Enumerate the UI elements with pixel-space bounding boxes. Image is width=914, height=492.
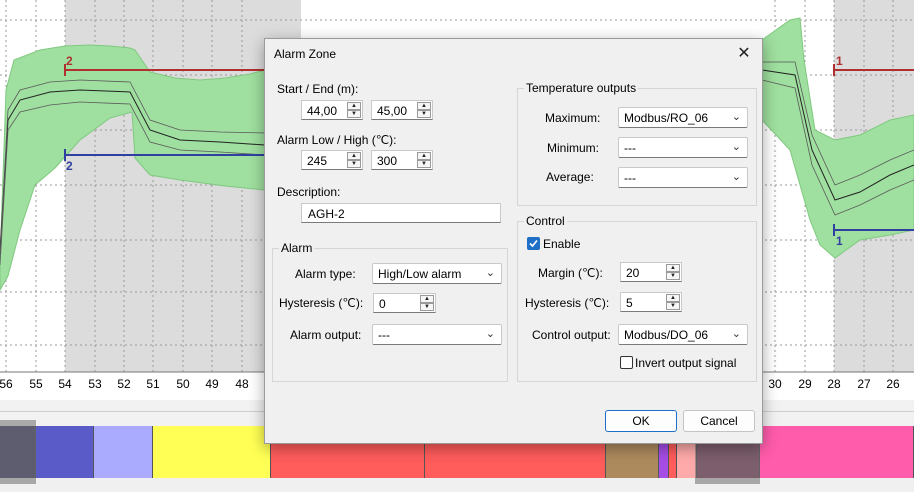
chevron-down-icon: ⌄: [731, 171, 741, 183]
x-axis-tick-label: 29: [798, 377, 812, 391]
alarm-output-select[interactable]: --- ⌄: [372, 324, 502, 345]
end-spinbox[interactable]: 45,00 ▲ ▼: [371, 100, 433, 120]
alarm-group-title: Alarm: [279, 241, 315, 255]
zone-color-segment[interactable]: [36, 426, 94, 478]
x-axis-tick-label: 50: [176, 377, 190, 391]
margin-label: Margin (℃):: [538, 266, 603, 280]
alarm-high-spinbox[interactable]: 300 ▲ ▼: [371, 150, 433, 170]
description-label: Description:: [277, 185, 341, 199]
alarm-output-label: Alarm output:: [290, 328, 362, 342]
start-end-label: Start / End (m):: [277, 82, 359, 96]
spin-down-icon: ▼: [417, 110, 431, 118]
spin-up-icon: ▲: [666, 264, 680, 272]
invert-output-checkbox[interactable]: [620, 356, 633, 369]
zone-2-low-label: 2: [66, 159, 73, 173]
spin-up-icon: ▲: [420, 295, 434, 303]
maximum-label: Maximum:: [545, 111, 601, 125]
invert-output-label[interactable]: Invert output signal: [635, 356, 736, 370]
x-axis-tick-label: 49: [205, 377, 219, 391]
x-axis-tick-label: 54: [58, 377, 72, 391]
zone-2-high-label: 2: [66, 54, 73, 68]
x-axis-tick-label: 27: [857, 377, 871, 391]
spin-up-icon: ▲: [347, 102, 361, 110]
spin-up-icon: ▲: [417, 152, 431, 160]
zone-color-segment[interactable]: [153, 426, 271, 478]
alarm-hysteresis-label: Hysteresis (℃):: [279, 296, 364, 310]
zone-1-high-label: 1: [836, 54, 843, 68]
overview-left-handle[interactable]: [0, 420, 36, 484]
x-axis-tick-label: 51: [146, 377, 160, 391]
zone-color-segment[interactable]: [760, 426, 914, 478]
chevron-down-icon: ⌄: [731, 141, 741, 153]
x-axis-tick-label: 26: [886, 377, 900, 391]
x-axis-tick-label: 53: [88, 377, 102, 391]
spin-up-icon: ▲: [666, 294, 680, 302]
spin-up-icon: ▲: [417, 102, 431, 110]
margin-spinbox[interactable]: 20 ▲ ▼: [620, 262, 682, 282]
minimum-output-select[interactable]: --- ⌄: [618, 137, 748, 158]
chevron-down-icon: ⌄: [485, 267, 495, 279]
spin-up-icon: ▲: [347, 152, 361, 160]
start-spinbox[interactable]: 44,00 ▲ ▼: [301, 100, 363, 120]
average-output-select[interactable]: --- ⌄: [618, 167, 748, 188]
spin-down-icon: ▼: [666, 302, 680, 310]
checkmark-icon: [529, 239, 538, 248]
alarm-type-select[interactable]: High/Low alarm ⌄: [372, 263, 502, 284]
dialog-title: Alarm Zone: [274, 47, 337, 61]
spin-down-icon: ▼: [666, 272, 680, 280]
spin-down-icon: ▼: [347, 110, 361, 118]
temperature-outputs-title: Temperature outputs: [524, 81, 639, 95]
control-output-select[interactable]: Modbus/DO_06 ⌄: [618, 324, 748, 345]
overview-scroll-track[interactable]: [0, 478, 914, 492]
alarm-low-high-label: Alarm Low / High (℃):: [277, 133, 397, 147]
spin-down-icon: ▼: [347, 160, 361, 168]
alarm-type-label: Alarm type:: [295, 267, 356, 281]
minimum-label: Minimum:: [547, 141, 600, 155]
x-axis-tick-label: 48: [235, 377, 249, 391]
cancel-button[interactable]: Cancel: [683, 410, 755, 432]
maximum-output-select[interactable]: Modbus/RO_06 ⌄: [618, 107, 748, 128]
control-hysteresis-spinbox[interactable]: 5 ▲ ▼: [620, 292, 682, 312]
control-hysteresis-label: Hysteresis (℃):: [525, 296, 610, 310]
enable-checkbox[interactable]: [527, 237, 540, 250]
spin-down-icon: ▼: [417, 160, 431, 168]
x-axis-tick-label: 28: [827, 377, 841, 391]
enable-label[interactable]: Enable: [543, 237, 580, 251]
chevron-down-icon: ⌄: [731, 328, 741, 340]
alarm-low-spinbox[interactable]: 245 ▲ ▼: [301, 150, 363, 170]
control-group-title: Control: [524, 214, 567, 228]
zone-color-segment[interactable]: [94, 426, 153, 478]
spin-down-icon: ▼: [420, 303, 434, 311]
zone-1-low-label: 1: [836, 234, 843, 248]
x-axis-tick-label: 55: [29, 377, 43, 391]
description-input[interactable]: AGH-2: [301, 203, 501, 223]
control-output-label: Control output:: [532, 328, 611, 342]
x-axis-tick-label: 56: [0, 377, 13, 391]
alarm-zone-dialog: Alarm Zone ✕ Start / End (m): 44,00 ▲ ▼ 4…: [264, 38, 763, 444]
chevron-down-icon: ⌄: [485, 328, 495, 340]
x-axis-tick-label: 52: [117, 377, 131, 391]
close-icon[interactable]: ✕: [732, 43, 756, 65]
chevron-down-icon: ⌄: [731, 111, 741, 123]
x-axis-tick-label: 30: [768, 377, 782, 391]
ok-button[interactable]: OK: [605, 410, 677, 432]
average-label: Average:: [546, 170, 594, 184]
alarm-hysteresis-spinbox[interactable]: 0 ▲ ▼: [373, 293, 436, 313]
